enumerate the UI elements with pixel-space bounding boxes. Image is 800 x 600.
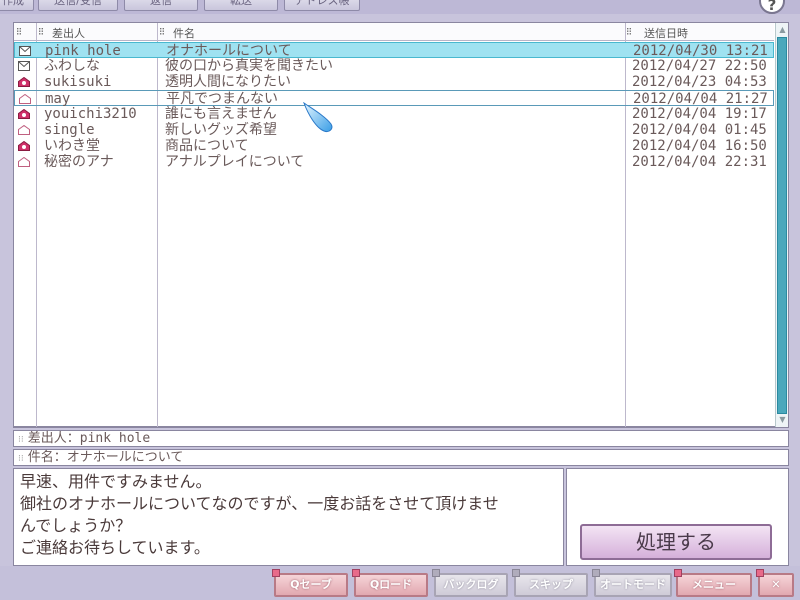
detail-subject-label: 件名：: [27, 450, 67, 465]
mail-body: 早速、用件ですみません。 御社のオナホールについてなのですが、一度お話をさせて頂…: [13, 468, 564, 566]
pin-icon: [352, 569, 360, 577]
mail-subject: 彼の口から真実を聞きたい: [165, 58, 333, 74]
pointer-cursor-icon: [303, 102, 333, 132]
mail-body-line: 早速、用件ですみません。: [20, 472, 212, 491]
mail-row[interactable]: single 新しいグッズ希望 2012/04/04 01:45: [14, 122, 774, 138]
mail-subject: 新しいグッズ希望: [165, 122, 277, 138]
scroll-thumb[interactable]: [777, 37, 787, 414]
mail-body-line: 御社のオナホールについてなのですが、一度お話をさせて頂けませ: [20, 494, 499, 513]
mail-subject: 誰にも言えません: [165, 106, 277, 122]
mail-row[interactable]: pink hole オナホールについて 2012/04/30 13:21: [14, 42, 774, 59]
column-header-from[interactable]: 差出人: [52, 25, 85, 41]
unread-mail-icon: [17, 106, 31, 122]
mail-from: youichi3210: [44, 106, 137, 122]
scroll-down-arrow-icon[interactable]: ▼: [776, 413, 789, 426]
scroll-up-arrow-icon[interactable]: ▲: [776, 23, 789, 36]
open-envelope-icon: [17, 154, 31, 170]
mail-subject: オナホールについて: [166, 43, 292, 59]
unread-mail-icon: [17, 74, 31, 90]
column-header-subject[interactable]: 件名: [173, 25, 195, 41]
process-button[interactable]: 処理する: [580, 524, 772, 560]
open-envelope-icon: [17, 122, 31, 138]
pin-icon: [756, 569, 764, 577]
grip-icon: ⁝⁝: [18, 435, 24, 445]
column-grip-icon: ⁝⁝: [38, 25, 44, 38]
mail-row[interactable]: sukisuki 透明人間になりたい 2012/04/23 04:53: [14, 74, 774, 90]
mail-from: pink hole: [45, 43, 121, 59]
mail-from: may: [45, 91, 71, 107]
mail-date: 2012/04/04 22:31: [632, 154, 767, 170]
envelope-icon: [18, 43, 32, 59]
mail-row[interactable]: youichi3210 誰にも言えません 2012/04/04 19:17: [14, 106, 774, 122]
mail-date: 2012/04/04 01:45: [632, 122, 767, 138]
mail-date: 2012/04/04 21:27: [633, 91, 768, 107]
grip-icon: ⁝⁝: [18, 454, 24, 464]
pin-icon: [272, 569, 280, 577]
mail-date: 2012/04/04 19:17: [632, 106, 767, 122]
backlog-button[interactable]: バックログ: [432, 569, 508, 597]
mail-row[interactable]: 秘密のアナ アナルプレイについて 2012/04/04 22:31: [14, 154, 774, 170]
mail-from: single: [44, 122, 95, 138]
mail-body-line: んでしょうか？: [20, 516, 132, 535]
pin-icon: [512, 569, 520, 577]
quick-save-button[interactable]: Qセーブ: [272, 569, 348, 597]
auto-mode-button[interactable]: オートモード: [592, 569, 672, 597]
mail-subject: 商品について: [165, 138, 249, 154]
mail-date: 2012/04/30 13:21: [633, 43, 768, 59]
mail-date: 2012/04/04 16:50: [632, 138, 767, 154]
mail-subject: 平凡でつまんない: [166, 91, 278, 107]
skip-button[interactable]: スキップ: [512, 569, 588, 597]
detail-from-label: 差出人：: [27, 431, 80, 446]
forward-button[interactable]: 転送: [204, 0, 278, 11]
mail-list-panel: ⁝⁝ ⁝⁝ 差出人 ⁝⁝ 件名 ⁝⁝ 送信日時 pink hole オナホールにつ…: [13, 22, 789, 428]
mail-from: 秘密のアナ: [44, 154, 114, 170]
detail-from-line: ⁝⁝ 差出人：pink hole: [13, 430, 789, 447]
mail-subject: アナルプレイについて: [165, 154, 305, 170]
pin-icon: [674, 569, 682, 577]
column-grip-icon: ⁝⁝: [626, 25, 632, 38]
mail-from: ふわしな: [44, 58, 100, 74]
mail-row[interactable]: may 平凡でつまんない 2012/04/04 21:27: [14, 90, 774, 107]
mail-list-scrollbar[interactable]: ▲ ▼: [775, 23, 788, 427]
mail-subject: 透明人間になりたい: [165, 74, 291, 90]
mail-date: 2012/04/23 04:53: [632, 74, 767, 90]
pin-icon: [592, 569, 600, 577]
detail-subject-line: ⁝⁝ 件名：オナホールについて: [13, 449, 789, 466]
reply-button[interactable]: 返信: [124, 0, 198, 11]
unread-mail-icon: [17, 138, 31, 154]
mail-body-line: ご連絡お待ちしています。: [20, 538, 210, 557]
compose-button[interactable]: 作成: [0, 0, 34, 11]
menu-button[interactable]: メニュー: [674, 569, 752, 597]
column-grip-icon: ⁝⁝: [159, 25, 165, 38]
pin-icon: [432, 569, 440, 577]
mail-list-header: ⁝⁝ ⁝⁝ 差出人 ⁝⁝ 件名 ⁝⁝ 送信日時: [14, 23, 774, 41]
close-button[interactable]: ✕: [756, 569, 794, 597]
mail-from: いわき堂: [44, 138, 100, 154]
mail-date: 2012/04/27 22:50: [632, 58, 767, 74]
open-envelope-icon: [18, 91, 32, 107]
detail-from-value: pink hole: [79, 431, 151, 446]
mail-from: sukisuki: [44, 74, 112, 90]
mail-row[interactable]: ふわしな 彼の口から真実を聞きたい 2012/04/27 22:50: [14, 58, 774, 74]
address-book-button[interactable]: アドレス帳: [284, 0, 360, 11]
column-grip-icon: ⁝⁝: [16, 25, 22, 38]
quick-load-button[interactable]: Qロード: [352, 569, 428, 597]
action-panel: 処理する: [566, 468, 789, 566]
envelope-icon: [17, 58, 31, 74]
column-header-date[interactable]: 送信日時: [644, 25, 688, 41]
send-receive-button[interactable]: 送信/受信: [38, 0, 118, 11]
mail-row[interactable]: いわき堂 商品について 2012/04/04 16:50: [14, 138, 774, 154]
detail-subject-value: オナホールについて: [66, 450, 184, 465]
top-toolbar: [0, 0, 800, 14]
